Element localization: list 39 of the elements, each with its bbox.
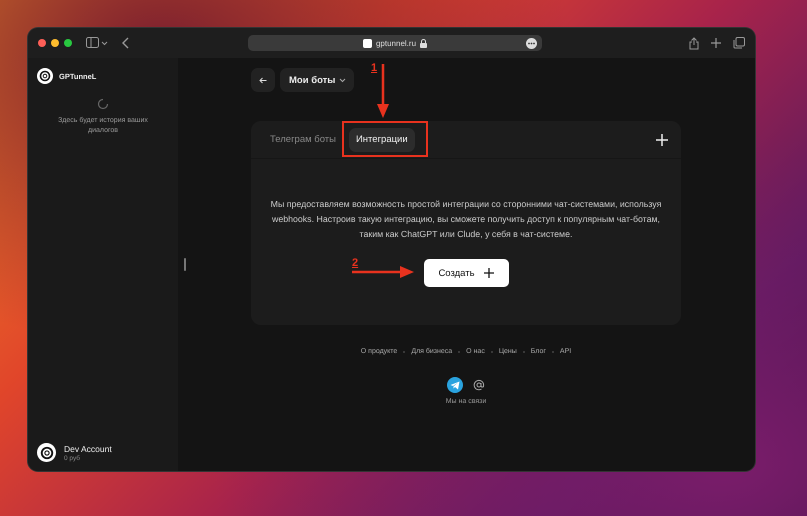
new-tab-icon[interactable] xyxy=(711,38,721,48)
arrow-left-icon xyxy=(259,76,267,84)
separator-dot xyxy=(458,350,460,352)
tabs-overview-icon[interactable] xyxy=(733,37,745,49)
email-icon[interactable] xyxy=(473,379,485,391)
url-text: gptunnel.ru xyxy=(376,38,416,48)
bots-dropdown[interactable]: Мои боты xyxy=(280,68,354,92)
avatar-icon xyxy=(37,443,56,462)
plus-icon xyxy=(484,268,494,278)
account-name: Dev Account xyxy=(64,444,112,454)
address-bar[interactable]: gptunnel.ru xyxy=(248,35,542,51)
zoom-icon[interactable] xyxy=(64,39,72,47)
loading-icon xyxy=(97,98,109,110)
share-icon[interactable] xyxy=(689,36,699,50)
chevron-down-icon xyxy=(339,78,346,82)
annotation-number: 2 xyxy=(352,257,358,269)
close-icon[interactable] xyxy=(38,39,46,47)
add-icon[interactable] xyxy=(656,134,668,146)
annotation-arrow xyxy=(352,266,414,278)
telegram-icon[interactable] xyxy=(447,377,463,393)
separator-dot xyxy=(403,350,406,352)
description-text: Мы предоставляем возможность простой интеграции со сторонними чат-системами, используя webhooks. Настроив такую интеграцию, вы сможете получить доступ к популярным чат-ботам, таким как ChatGPT или Clude, у себя в чат-системе. xyxy=(270,198,662,241)
annotation-number: 1 xyxy=(371,62,378,74)
back-icon[interactable] xyxy=(122,37,130,49)
logo-icon xyxy=(37,68,53,84)
resize-handle[interactable] xyxy=(184,258,186,271)
separator-dot xyxy=(522,350,525,352)
sidebar-icon[interactable] xyxy=(86,37,108,49)
lock-icon xyxy=(420,38,428,48)
minimize-icon[interactable] xyxy=(51,39,59,47)
annotation-arrow xyxy=(377,64,389,118)
create-button[interactable]: Создать xyxy=(424,259,508,287)
site-icon xyxy=(362,38,372,48)
separator-dot xyxy=(552,350,554,352)
tab[interactable]: Телеграм боты xyxy=(263,128,343,152)
back-button[interactable] xyxy=(251,68,275,92)
more-icon[interactable] xyxy=(526,38,537,48)
separator-dot xyxy=(490,350,493,352)
tab[interactable]: Интеграции xyxy=(348,128,415,152)
